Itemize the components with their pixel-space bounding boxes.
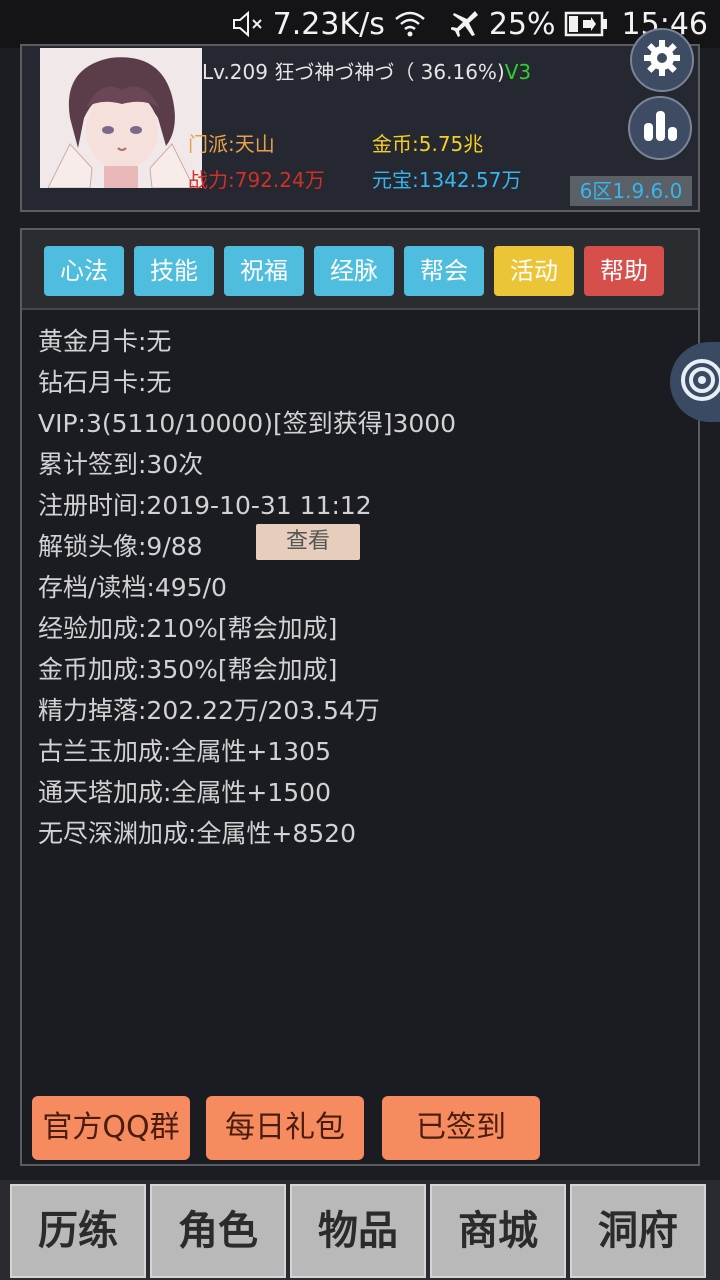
tab-bar: 心法 技能 祝福 经脉 帮会 活动 帮助: [22, 230, 698, 310]
sect-label: 门派:天山: [188, 132, 275, 156]
energy-drop: 精力掉落:202.22万/203.54万: [38, 696, 380, 725]
vip-badge: V3: [504, 60, 532, 84]
gold-bonus: 金币加成:350%[帮会加成]: [38, 655, 338, 684]
tab-skills[interactable]: 技能: [134, 246, 214, 296]
nav-cave[interactable]: 洞府: [570, 1184, 706, 1278]
bottom-nav: 历练 角色 物品 商城 洞府: [0, 1180, 720, 1280]
view-avatars-button[interactable]: 查看: [256, 524, 360, 560]
level-text: Lv.209 狂づ神づ神づ（ 36.16%): [202, 60, 505, 84]
tab-events[interactable]: 活动: [494, 246, 574, 296]
gear-icon: [642, 38, 682, 82]
server-badge: 6区1.9.6.0: [570, 176, 692, 206]
ingot-label: 元宝:1342.57万: [372, 168, 522, 192]
tab-meridian[interactable]: 经脉: [314, 246, 394, 296]
daily-gift-button[interactable]: 每日礼包: [206, 1096, 364, 1160]
nav-training[interactable]: 历练: [10, 1184, 146, 1278]
bar-chart-icon: [642, 109, 678, 147]
wifi-icon: [393, 9, 427, 39]
nav-items[interactable]: 物品: [290, 1184, 426, 1278]
tab-xinfa[interactable]: 心法: [44, 246, 124, 296]
net-speed: 7.23K/s: [272, 6, 385, 42]
ring-icon: [680, 358, 720, 406]
gold-label: 金币:5.75兆: [372, 132, 484, 156]
gulan-jade-bonus: 古兰玉加成:全属性+1305: [38, 737, 331, 766]
ranking-button[interactable]: [628, 96, 692, 160]
level-line: Lv.209 狂づ神づ神づ（ 36.16%)V3: [202, 56, 531, 85]
status-bar: 7.23K/s 25% 15:46: [0, 0, 720, 48]
main-panel: 心法 技能 祝福 经脉 帮会 活动 帮助 黄金月卡:无 钻石月卡:无 VIP:3…: [20, 228, 700, 1166]
unlocked-avatars: 解锁头像:9/88: [38, 532, 203, 561]
diamond-card-status: 钻石月卡:无: [38, 368, 172, 397]
tower-bonus: 通天塔加成:全属性+1500: [38, 778, 331, 807]
tab-help[interactable]: 帮助: [584, 246, 664, 296]
battery-icon: [564, 10, 608, 38]
abyss-bonus: 无尽深渊加成:全属性+8520: [38, 819, 356, 848]
profile-header: Lv.209 狂づ神づ神づ（ 36.16%)V3 门派:天山 金币:5.75兆 …: [20, 44, 700, 212]
nav-shop[interactable]: 商城: [430, 1184, 566, 1278]
exp-bonus: 经验加成:210%[帮会加成]: [38, 614, 338, 643]
register-time: 注册时间:2019-10-31 11:12: [38, 491, 372, 520]
battery-level: 25%: [488, 6, 556, 42]
vip-progress: VIP:3(5110/10000)[签到获得]3000: [38, 409, 457, 438]
nav-character[interactable]: 角色: [150, 1184, 286, 1278]
save-load-count: 存档/读档:495/0: [38, 573, 227, 602]
settings-button[interactable]: [630, 28, 694, 92]
signin-count: 累计签到:30次: [38, 450, 204, 479]
gold-card-status: 黄金月卡:无: [38, 327, 172, 356]
mute-icon: [231, 9, 265, 39]
airplane-icon: [450, 9, 481, 39]
signin-button[interactable]: 已签到: [382, 1096, 540, 1160]
tab-guild[interactable]: 帮会: [404, 246, 484, 296]
qq-group-button[interactable]: 官方QQ群: [32, 1096, 190, 1160]
avatar[interactable]: [40, 48, 202, 188]
tab-blessing[interactable]: 祝福: [224, 246, 304, 296]
power-label: 战力:792.24万: [188, 168, 325, 192]
